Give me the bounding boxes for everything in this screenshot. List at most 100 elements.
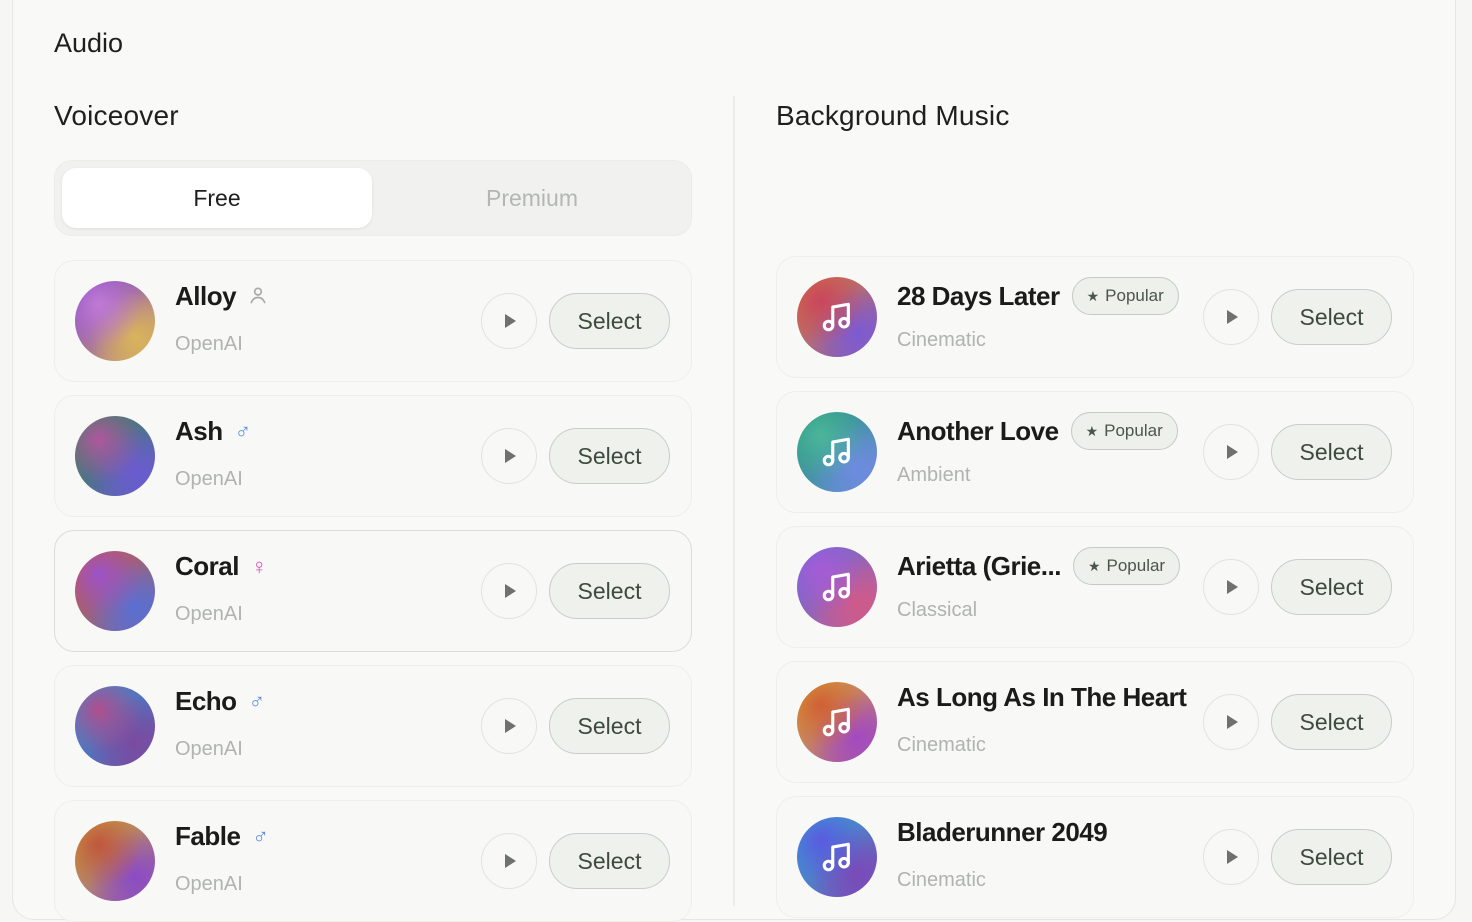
popular-badge-label: Popular <box>1104 421 1163 440</box>
music-note-icon <box>820 705 854 739</box>
popular-badge-label: Popular <box>1106 556 1166 575</box>
track-genre: Cinematic <box>897 734 986 756</box>
voice-provider: OpenAI <box>175 738 243 760</box>
music-cover <box>797 412 877 492</box>
play-preview-button[interactable] <box>481 833 537 889</box>
voice-card[interactable]: Alloy OpenAI Select <box>54 260 692 382</box>
voice-tier-tabs: Free Premium <box>54 160 692 236</box>
voice-card[interactable]: Echo ♂ OpenAI Select <box>54 665 692 787</box>
play-preview-button[interactable] <box>1203 829 1259 885</box>
music-card[interactable]: Another Love ★ Popular Ambient Select <box>776 391 1414 513</box>
music-note-icon <box>820 435 854 469</box>
track-genre: Ambient <box>897 464 971 486</box>
voice-avatar <box>75 416 155 496</box>
voice-name: Ash <box>175 416 223 446</box>
popular-badge: ★ Popular <box>1070 412 1178 450</box>
music-card[interactable]: 28 Days Later ★ Popular Cinematic Select <box>776 256 1414 378</box>
play-preview-button[interactable] <box>481 698 537 754</box>
play-preview-button[interactable] <box>1203 424 1259 480</box>
track-name-row: As Long As In The Heart <box>897 682 1187 713</box>
voice-name: Alloy <box>175 281 237 311</box>
play-icon <box>505 449 516 463</box>
audio-title: Audio <box>54 28 124 58</box>
select-music-button[interactable]: Select <box>1271 289 1392 345</box>
male-icon: ♂ <box>234 418 252 444</box>
track-name-row: Arietta (Grie... ★ Popular <box>897 547 1181 585</box>
voice-name: Fable <box>175 821 241 851</box>
track-genre: Cinematic <box>897 329 986 351</box>
voice-name-row: Fable ♂ <box>175 821 269 852</box>
background-music-title: Background Music <box>776 100 1010 131</box>
music-card[interactable]: Arietta (Grie... ★ Popular Classical Select <box>776 526 1414 648</box>
music-cover <box>797 682 877 762</box>
person-icon <box>248 285 268 309</box>
play-preview-button[interactable] <box>1203 559 1259 615</box>
female-icon: ♀ <box>250 553 268 579</box>
music-note-icon <box>820 840 854 874</box>
male-icon: ♂ <box>248 688 266 714</box>
play-icon <box>1227 850 1238 864</box>
select-voice-button[interactable]: Select <box>549 698 670 754</box>
male-icon: ♂ <box>252 823 269 849</box>
select-music-button[interactable]: Select <box>1271 694 1392 750</box>
voice-card[interactable]: Fable ♂ OpenAI Select <box>54 800 692 922</box>
play-preview-button[interactable] <box>481 428 537 484</box>
popular-badge-label: Popular <box>1105 286 1164 305</box>
select-music-button[interactable]: Select <box>1271 559 1392 615</box>
star-icon: ★ <box>1086 287 1100 304</box>
music-card[interactable]: Bladerunner 2049 Cinematic Select <box>776 796 1414 918</box>
voice-name-row: Alloy <box>175 281 268 312</box>
voice-avatar <box>75 686 155 766</box>
select-voice-button[interactable]: Select <box>549 563 670 619</box>
voice-name: Coral <box>175 551 239 581</box>
music-note-icon <box>820 570 854 604</box>
voice-provider: OpenAI <box>175 873 243 895</box>
track-name-row: 28 Days Later ★ Popular <box>897 277 1179 315</box>
play-icon <box>505 719 516 733</box>
play-icon <box>1227 580 1238 594</box>
voice-avatar <box>75 551 155 631</box>
popular-badge: ★ Popular <box>1072 547 1181 585</box>
track-name: Bladerunner 2049 <box>897 817 1108 847</box>
select-voice-button[interactable]: Select <box>549 293 670 349</box>
play-icon <box>505 854 516 868</box>
column-divider <box>733 96 735 906</box>
voice-card[interactable]: Coral ♀ OpenAI Select <box>54 530 692 652</box>
voice-card[interactable]: Ash ♂ OpenAI Select <box>54 395 692 517</box>
play-preview-button[interactable] <box>1203 694 1259 750</box>
voice-name-row: Ash ♂ <box>175 416 251 447</box>
track-name: Arietta (Grie... <box>897 550 1061 581</box>
play-icon <box>1227 715 1238 729</box>
play-preview-button[interactable] <box>481 293 537 349</box>
track-name-row: Another Love ★ Popular <box>897 412 1178 450</box>
track-name: As Long As In The Heart <box>897 682 1187 712</box>
play-preview-button[interactable] <box>481 563 537 619</box>
select-voice-button[interactable]: Select <box>549 833 670 889</box>
voice-provider: OpenAI <box>175 468 243 490</box>
music-cover <box>797 817 877 897</box>
voice-avatar <box>75 821 155 901</box>
popular-badge: ★ Popular <box>1071 277 1179 315</box>
music-cover <box>797 277 877 357</box>
music-note-icon <box>820 300 854 334</box>
track-name: 28 Days Later <box>897 280 1060 311</box>
music-card[interactable]: As Long As In The Heart Cinematic Select <box>776 661 1414 783</box>
music-cover <box>797 547 877 627</box>
play-icon <box>505 584 516 598</box>
voice-name: Echo <box>175 686 237 716</box>
voice-name-row: Echo ♂ <box>175 686 265 717</box>
play-icon <box>505 314 516 328</box>
play-icon <box>1227 310 1238 324</box>
select-music-button[interactable]: Select <box>1271 424 1392 480</box>
track-name-row: Bladerunner 2049 <box>897 817 1108 848</box>
play-preview-button[interactable] <box>1203 289 1259 345</box>
track-name: Another Love <box>897 415 1059 446</box>
tab-free[interactable]: Free <box>62 168 372 228</box>
track-genre: Cinematic <box>897 869 986 891</box>
voice-avatar <box>75 281 155 361</box>
voice-provider: OpenAI <box>175 333 243 355</box>
voice-name-row: Coral ♀ <box>175 551 267 582</box>
select-voice-button[interactable]: Select <box>549 428 670 484</box>
tab-premium[interactable]: Premium <box>377 168 687 228</box>
select-music-button[interactable]: Select <box>1271 829 1392 885</box>
